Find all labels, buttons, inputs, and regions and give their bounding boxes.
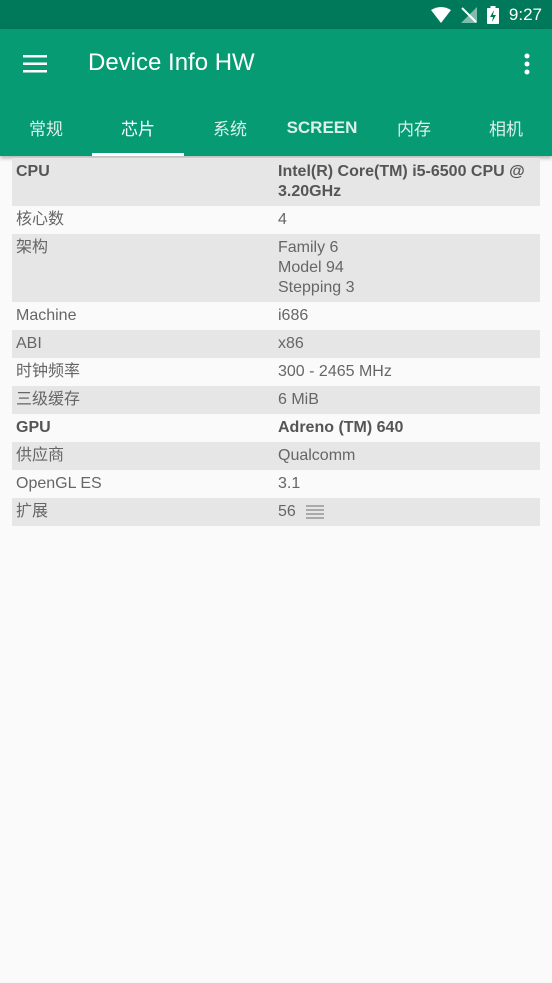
- chip-info-table: CPU Intel(R) Core(TM) i5-6500 CPU @ 3.20…: [12, 158, 540, 526]
- menu-button[interactable]: [14, 43, 56, 85]
- row-value: 300 - 2465 MHz: [278, 363, 392, 380]
- table-row: OpenGL ES 3.1: [12, 470, 540, 498]
- row-label: GPU: [16, 419, 51, 436]
- app-bar: Device Info HW 常规 芯片 系统 SCREEN 内存 相机: [0, 29, 552, 156]
- tab-chip[interactable]: 芯片: [92, 99, 184, 156]
- extensions-count: 56: [278, 503, 296, 520]
- row-label: 时钟频率: [16, 363, 81, 380]
- table-row: 核心数 4: [12, 206, 540, 234]
- row-label: ABI: [16, 335, 42, 352]
- tab-bar: 常规 芯片 系统 SCREEN 内存 相机: [0, 99, 552, 156]
- table-row: CPU Intel(R) Core(TM) i5-6500 CPU @ 3.20…: [12, 158, 540, 206]
- row-label: 三级缓存: [16, 391, 81, 408]
- tab-screen[interactable]: SCREEN: [276, 99, 368, 156]
- no-signal-icon: [460, 6, 477, 23]
- row-value: i686: [278, 307, 309, 324]
- table-row: Machine i686: [12, 302, 540, 330]
- overflow-menu-button[interactable]: [516, 43, 538, 85]
- clock: 9:27: [508, 4, 542, 24]
- row-value: 4: [278, 211, 287, 228]
- table-row: 时钟频率 300 - 2465 MHz: [12, 358, 540, 386]
- table-row: ABI x86: [12, 330, 540, 358]
- row-value: Adreno (TM) 640: [278, 419, 404, 436]
- tab-camera[interactable]: 相机: [460, 99, 552, 156]
- table-row: 供应商 Qualcomm: [12, 442, 540, 470]
- row-value: Family 6 Model 94 Stepping 3: [278, 239, 355, 296]
- row-value: x86: [278, 335, 304, 352]
- wifi-icon: [430, 6, 451, 23]
- row-value: 6 MiB: [278, 391, 319, 408]
- tab-general[interactable]: 常规: [0, 99, 92, 156]
- row-label: 扩展: [16, 503, 49, 520]
- list-icon[interactable]: [305, 505, 324, 519]
- row-label: OpenGL ES: [16, 475, 102, 492]
- table-row: 架构 Family 6 Model 94 Stepping 3: [12, 234, 540, 302]
- table-row: 三级缓存 6 MiB: [12, 386, 540, 414]
- row-label: 核心数: [16, 211, 65, 228]
- more-vert-icon: [524, 53, 530, 75]
- tab-system[interactable]: 系统: [184, 99, 276, 156]
- row-value: 3.1: [278, 475, 301, 492]
- row-value: Intel(R) Core(TM) i5-6500 CPU @ 3.20GHz: [278, 163, 525, 200]
- row-label: 架构: [16, 239, 49, 256]
- hamburger-icon: [23, 55, 47, 73]
- tab-memory[interactable]: 内存: [368, 99, 460, 156]
- row-value: Qualcomm: [278, 447, 356, 464]
- status-icons: 9:27: [430, 0, 542, 29]
- row-value: 56: [274, 498, 540, 526]
- battery-charging-icon: [486, 5, 499, 24]
- table-row: GPU Adreno (TM) 640: [12, 414, 540, 442]
- row-label: CPU: [16, 163, 50, 180]
- status-bar: 9:27: [0, 0, 552, 29]
- row-label: 供应商: [16, 447, 65, 464]
- app-title: Device Info HW: [88, 49, 255, 76]
- row-label: Machine: [16, 307, 77, 324]
- extensions-row[interactable]: 扩展 56: [12, 498, 540, 526]
